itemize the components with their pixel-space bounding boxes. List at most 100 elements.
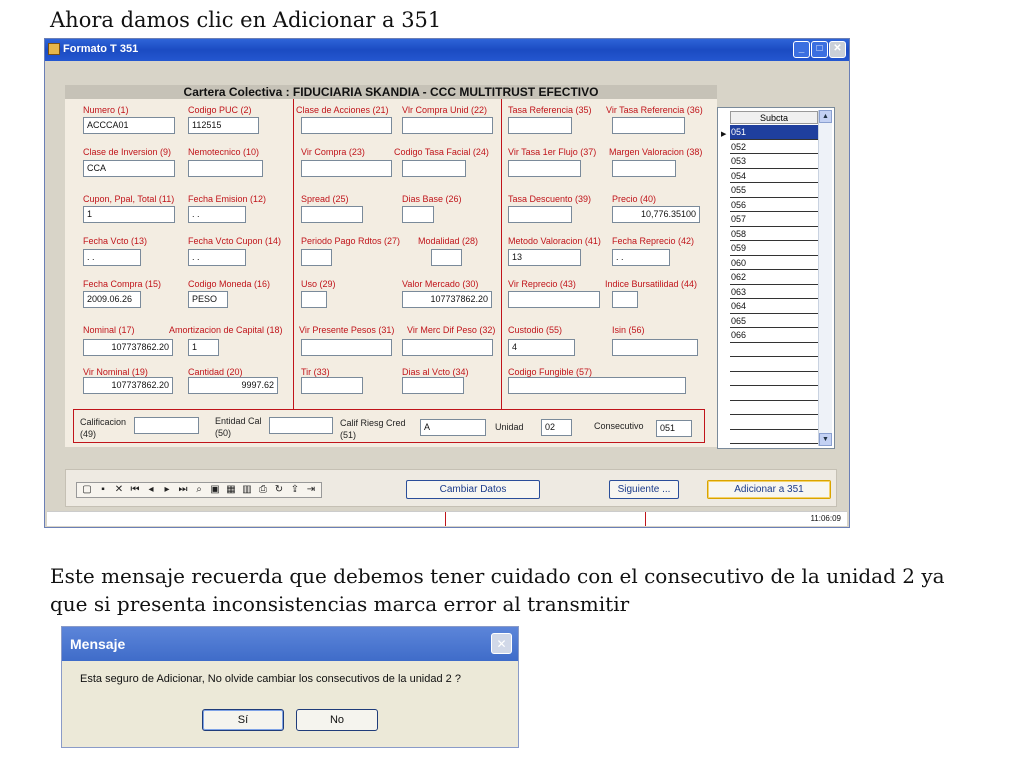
subcta-scrollbar[interactable]: ▲ ▼ [818,110,832,446]
isin-field[interactable] [612,339,698,356]
vir-presente-pesos-field[interactable] [301,339,392,356]
close-icon[interactable]: ✕ [491,633,512,654]
cupon-field[interactable]: 1 [83,206,175,223]
subcta-row[interactable]: 053 [730,154,821,169]
subcta-row[interactable]: 057 [730,212,821,227]
subcta-row[interactable]: 054 [730,169,821,183]
codigo-moneda-field[interactable]: PESO [188,291,228,308]
vir-merc-dif-peso-field[interactable] [402,339,493,356]
calif-riesg-cred-label: Calif Riesg Cred [340,418,406,428]
spread-field[interactable] [301,206,363,223]
dias-base-field[interactable] [402,206,434,223]
entidad-cal-field[interactable] [269,417,333,434]
dialog-titlebar[interactable]: Mensaje ✕ [62,627,518,661]
siguiente-button[interactable]: Siguiente ... [609,480,679,499]
margen-valoracion-field[interactable] [612,160,676,177]
vir-tasa-1er-flujo-field[interactable] [508,160,581,177]
periodo-pago-field[interactable] [301,249,332,266]
uso-field[interactable] [301,291,327,308]
subcta-row[interactable]: 063 [730,285,821,299]
codigo-fungible-field[interactable] [508,377,686,394]
last-icon[interactable]: ⏭ [175,483,191,497]
scroll-down-icon[interactable]: ▼ [819,433,832,446]
no-button[interactable]: No [296,709,378,731]
subcta-row[interactable]: 056 [730,198,821,212]
subcta-row[interactable]: 055 [730,183,821,198]
first-icon[interactable]: ⏮ [127,483,143,497]
subcta-row[interactable]: 059 [730,241,821,256]
next-icon[interactable]: ▸ [159,483,175,497]
vir-reprecio-field[interactable] [508,291,600,308]
subcta-row[interactable]: 052 [730,140,821,154]
export-icon[interactable]: ⇪ [287,483,303,497]
subcta-row[interactable]: 064 [730,299,821,314]
cambiar-datos-button[interactable]: Cambiar Datos [406,480,540,499]
spread-label: Spread (25) [301,194,349,204]
new-icon[interactable]: ▢ [79,483,95,497]
modalidad-field[interactable] [431,249,462,266]
toolbar: ▢ ▪ ✕ ⏮ ◂ ▸ ⏭ ⌕ ▣ ▦ ▥ ⎙ ↻ ⇪ ⇥ Cambiar Da… [65,469,837,507]
entidad-cal-label: Entidad Cal [215,416,262,426]
save-icon[interactable]: ▪ [95,483,111,497]
fecha-reprecio-field[interactable]: . . [612,249,670,266]
grid-icon[interactable]: ▦ [223,483,239,497]
subcta-row[interactable]: 062 [730,270,821,285]
print-icon[interactable]: ⎙ [255,483,271,497]
si-button[interactable]: Sí [202,709,284,731]
adicionar-a-351-button[interactable]: Adicionar a 351 [707,480,831,499]
unidad-field[interactable]: 02 [541,419,572,436]
clase-acciones-field[interactable] [301,117,392,134]
calificacion-field[interactable] [134,417,199,434]
amortizacion-field[interactable]: 1 [188,339,219,356]
fecha-vcto-cupon-field[interactable]: . . [188,249,246,266]
indice-bursatilidad-field[interactable] [612,291,638,308]
chart-icon[interactable]: ▥ [239,483,255,497]
close-icon[interactable]: ✕ [829,41,846,58]
subcta-row[interactable]: 060 [730,256,821,270]
dias-al-vcto-field[interactable] [402,377,464,394]
consecutivo-field[interactable]: 051 [656,420,692,437]
clase-inversion-field[interactable]: CCA [83,160,175,177]
codigo-moneda-label: Codigo Moneda (16) [188,279,271,289]
minimize-icon[interactable]: _ [793,41,810,58]
browse-icon[interactable]: ▣ [207,483,223,497]
nominal-field[interactable]: 107737862.20 [83,339,173,356]
nemotecnico-field[interactable] [188,160,263,177]
metodo-valoracion-field[interactable]: 13 [508,249,581,266]
prev-icon[interactable]: ◂ [143,483,159,497]
exit-icon[interactable]: ⇥ [303,483,319,497]
subcta-row[interactable]: 065 [730,314,821,328]
find-icon[interactable]: ⌕ [191,483,207,497]
codigo-tasa-facial-field[interactable] [402,160,466,177]
subcta-row[interactable]: 051 [730,125,821,140]
fecha-compra-field[interactable]: 2009.06.26 [83,291,141,308]
cantidad-field[interactable]: 9997.62 [188,377,278,394]
delete-icon[interactable]: ✕ [111,483,127,497]
maximize-icon[interactable]: □ [811,41,828,58]
subcta-grid[interactable]: Subcta ▶ 051 052 053 054 055 056 057 058… [717,107,835,449]
vir-tasa-referencia-field[interactable] [612,117,685,134]
valor-mercado-field[interactable]: 107737862.20 [402,291,492,308]
clase-acciones-label: Clase de Acciones (21) [296,105,389,115]
fecha-vcto-field[interactable]: . . [83,249,141,266]
fecha-emision-field[interactable]: . . [188,206,246,223]
tasa-referencia-field[interactable] [508,117,572,134]
subcta-row[interactable]: 058 [730,227,821,241]
calif-riesg-cred-field[interactable]: A [420,419,486,436]
vlr-compra-unid-field[interactable] [402,117,493,134]
precio-field[interactable]: 10,776.35100 [612,206,700,223]
subcta-row[interactable]: 066 [730,328,821,343]
refresh-icon[interactable]: ↻ [271,483,287,497]
vir-nominal-field[interactable]: 107737862.20 [83,377,173,394]
codigo-puc-field[interactable]: 112515 [188,117,259,134]
subcta-header: Subcta [730,111,818,124]
numero-field[interactable]: ACCCA01 [83,117,175,134]
divider-right [501,99,502,409]
custodio-field[interactable]: 4 [508,339,575,356]
tir-field[interactable] [301,377,363,394]
unidad-label: Unidad [495,422,524,432]
vir-compra-field[interactable] [301,160,392,177]
scroll-up-icon[interactable]: ▲ [819,110,832,123]
tasa-descuento-field[interactable] [508,206,572,223]
window-titlebar[interactable]: Formato T 351 _ □ ✕ [45,39,849,61]
